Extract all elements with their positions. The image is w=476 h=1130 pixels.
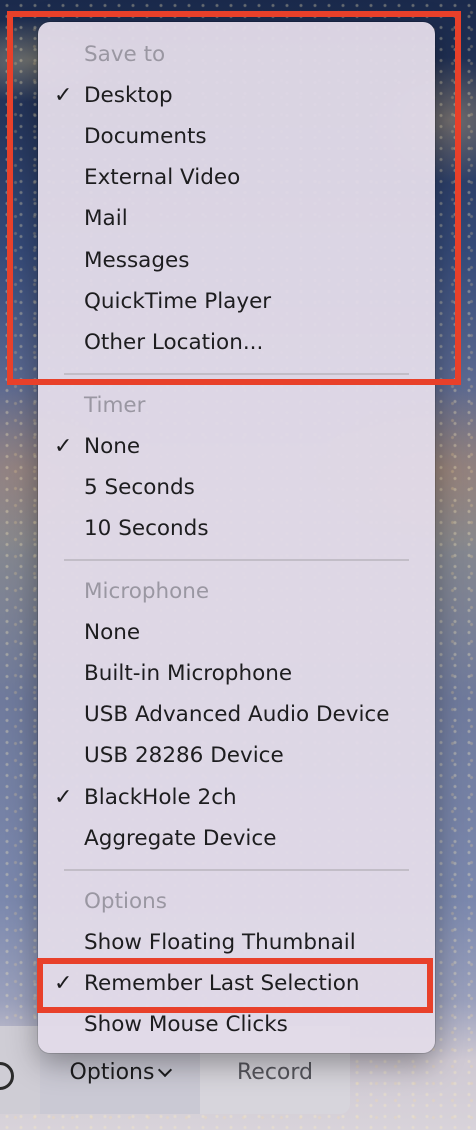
options-button-label: Options — [69, 1059, 155, 1085]
capture-mode-area[interactable] — [0, 1026, 40, 1114]
menu-item-10-seconds[interactable]: 10 Seconds — [38, 508, 435, 549]
menu-item-label: Messages — [84, 248, 190, 273]
menu-item-label: QuickTime Player — [84, 289, 272, 314]
menu-item-quicktime-player[interactable]: QuickTime Player — [38, 281, 435, 322]
menu-item-label: USB Advanced Audio Device — [84, 702, 390, 727]
menu-divider — [64, 373, 409, 375]
menu-item-label: Desktop — [84, 83, 173, 108]
menu-item-label: Show Floating Thumbnail — [84, 930, 356, 955]
menu-item-timer-none[interactable]: ✓ None — [38, 426, 435, 467]
menu-item-label: Remember Last Selection — [84, 971, 360, 996]
menu-item-aggregate-device[interactable]: Aggregate Device — [38, 818, 435, 859]
menu-divider — [64, 869, 409, 871]
menu-item-built-in-microphone[interactable]: Built-in Microphone — [38, 653, 435, 694]
menu-item-label: BlackHole 2ch — [84, 785, 237, 810]
menu-header-label: Timer — [84, 393, 146, 418]
menu-header-save-to: Save to — [38, 34, 435, 75]
menu-item-label: Show Mouse Clicks — [84, 1012, 288, 1037]
menu-item-show-floating-thumbnail[interactable]: Show Floating Thumbnail — [38, 922, 435, 963]
menu-item-label: None — [84, 620, 141, 645]
checkmark-icon: ✓ — [54, 83, 73, 108]
menu-header-options: Options — [38, 881, 435, 922]
menu-item-usb-advanced-audio-device[interactable]: USB Advanced Audio Device — [38, 694, 435, 735]
menu-item-mic-none[interactable]: None — [38, 612, 435, 653]
menu-item-label: Other Location... — [84, 330, 264, 355]
menu-item-usb-28286-device[interactable]: USB 28286 Device — [38, 735, 435, 776]
menu-item-label: Mail — [84, 206, 128, 231]
menu-item-other-location[interactable]: Other Location... — [38, 322, 435, 363]
menu-header-label: Options — [84, 889, 167, 914]
menu-header-label: Save to — [84, 42, 166, 67]
menu-item-show-mouse-clicks[interactable]: Show Mouse Clicks — [38, 1004, 435, 1045]
checkmark-icon: ✓ — [54, 434, 73, 459]
menu-header-timer: Timer — [38, 385, 435, 426]
checkmark-icon: ✓ — [54, 971, 73, 996]
menu-item-label: External Video — [84, 165, 241, 190]
menu-divider — [64, 559, 409, 561]
menu-item-label: Documents — [84, 124, 207, 149]
menu-item-external-video[interactable]: External Video — [38, 157, 435, 198]
menu-item-remember-last-selection[interactable]: ✓ Remember Last Selection — [38, 963, 435, 1004]
menu-item-documents[interactable]: Documents — [38, 116, 435, 157]
menu-item-label: 10 Seconds — [84, 516, 209, 541]
options-menu: Save to ✓ Desktop Documents External Vid… — [38, 22, 435, 1053]
menu-item-mail[interactable]: Mail — [38, 198, 435, 239]
menu-header-microphone: Microphone — [38, 571, 435, 612]
menu-item-label: USB 28286 Device — [84, 743, 284, 768]
record-circle-icon — [0, 1062, 14, 1090]
menu-item-label: 5 Seconds — [84, 475, 195, 500]
menu-item-5-seconds[interactable]: 5 Seconds — [38, 467, 435, 508]
menu-header-label: Microphone — [84, 579, 210, 604]
menu-item-messages[interactable]: Messages — [38, 240, 435, 281]
menu-item-desktop[interactable]: ✓ Desktop — [38, 75, 435, 116]
checkmark-icon: ✓ — [54, 785, 73, 810]
chevron-down-icon — [158, 1062, 173, 1078]
menu-item-label: Aggregate Device — [84, 826, 277, 851]
record-button-label: Record — [236, 1059, 313, 1085]
menu-item-label: Built-in Microphone — [84, 661, 293, 686]
menu-item-label: None — [84, 434, 141, 459]
menu-item-blackhole-2ch[interactable]: ✓ BlackHole 2ch — [38, 777, 435, 818]
